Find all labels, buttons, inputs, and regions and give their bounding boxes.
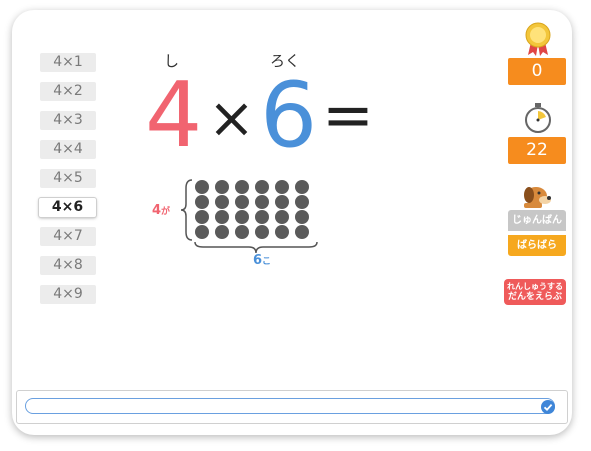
- fact-button-4x8[interactable]: 4×8: [40, 256, 96, 275]
- fact-button-4x5[interactable]: 4×5: [40, 169, 96, 188]
- fact-list: 4×1 4×2 4×3 4×4 4×5 4×6 4×7 4×8 4×9: [39, 53, 96, 314]
- first-factor: 4: [145, 63, 203, 168]
- grid-dot: [275, 210, 289, 224]
- choose-table-line2: だんをえらぶ: [507, 292, 562, 302]
- grid-dot: [215, 225, 229, 239]
- grid-dot: [195, 180, 209, 194]
- fact-button-4x3[interactable]: 4×3: [40, 111, 96, 130]
- times-sign: ×: [208, 86, 255, 151]
- grid-dot: [235, 225, 249, 239]
- grid-dot: [195, 210, 209, 224]
- grid-dot: [255, 225, 269, 239]
- choose-table-line1: れんしゅうする: [507, 282, 563, 291]
- grid-dot: [195, 195, 209, 209]
- choose-table-button[interactable]: れんしゅうする だんをえらぶ: [504, 279, 566, 305]
- grid-dot: [295, 195, 309, 209]
- grid-dot: [255, 210, 269, 224]
- grid-dot: [235, 195, 249, 209]
- answer-bar: [16, 390, 568, 424]
- grid-dot: [295, 180, 309, 194]
- grid-dot: [215, 180, 229, 194]
- medal-counter: 0: [508, 58, 566, 85]
- ordered-mode-button[interactable]: じゅんばん: [508, 210, 566, 231]
- grid-dot: [275, 195, 289, 209]
- fact-button-4x7[interactable]: 4×7: [40, 227, 96, 246]
- medal-icon: [525, 22, 551, 56]
- row-count-number: 4: [152, 203, 162, 218]
- fact-button-4x4[interactable]: 4×4: [40, 140, 96, 159]
- grid-dot: [235, 180, 249, 194]
- fact-button-4x1[interactable]: 4×1: [40, 53, 96, 72]
- grid-dot: [295, 225, 309, 239]
- column-count-suffix: こ: [262, 257, 272, 267]
- column-count-number: 6: [253, 253, 263, 268]
- answer-input[interactable]: [25, 398, 555, 414]
- grid-dot: [215, 195, 229, 209]
- timer-display: 22: [508, 137, 566, 164]
- grid-dot: [195, 225, 209, 239]
- fact-button-4x6[interactable]: 4×6: [39, 198, 96, 217]
- row-count-label: 4が: [152, 203, 170, 218]
- second-factor: 6: [260, 63, 318, 168]
- grid-dot: [255, 180, 269, 194]
- stopwatch-icon: [525, 103, 551, 133]
- dog-icon: [524, 187, 551, 208]
- grid-dot: [295, 210, 309, 224]
- fact-button-4x2[interactable]: 4×2: [40, 82, 96, 101]
- grid-dot: [215, 210, 229, 224]
- equals-sign: =: [322, 78, 374, 151]
- column-count-label: 6こ: [253, 253, 271, 268]
- submit-check-icon[interactable]: [541, 400, 555, 414]
- row-count-suffix: が: [161, 207, 171, 217]
- row-brace: [180, 179, 193, 241]
- random-mode-button[interactable]: ばらばら: [508, 235, 566, 256]
- grid-dot: [275, 180, 289, 194]
- grid-dot: [255, 195, 269, 209]
- fact-button-4x9[interactable]: 4×9: [40, 285, 96, 304]
- grid-dot: [235, 210, 249, 224]
- grid-dot: [275, 225, 289, 239]
